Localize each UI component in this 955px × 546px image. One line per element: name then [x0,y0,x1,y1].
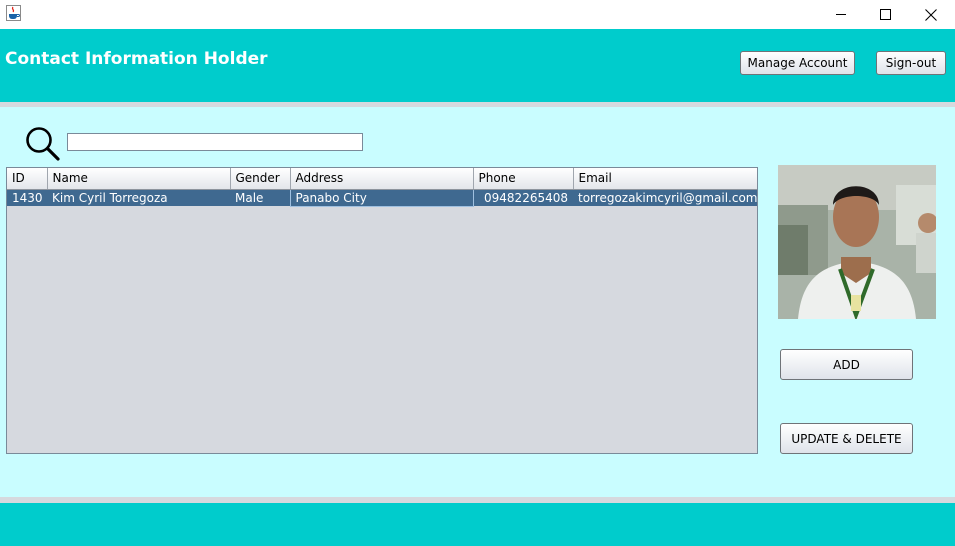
column-header-name[interactable]: Name [47,168,231,190]
app-title: Contact Information Holder [5,49,268,69]
column-header-phone[interactable]: Phone [473,168,574,190]
window-titlebar [0,0,955,29]
cell-id[interactable]: 1430 [7,189,47,206]
manage-account-button[interactable]: Manage Account [740,51,855,75]
cell-name[interactable]: Kim Cyril Torregoza [47,189,230,206]
minimize-icon[interactable] [818,0,864,29]
column-header-id[interactable]: ID [7,168,48,190]
cell-address[interactable]: Panabo City [289,188,474,207]
close-icon[interactable] [908,0,954,29]
contacts-table[interactable]: ID Name Gender Address Phone Email 1430 … [6,167,758,454]
contact-photo [778,165,936,319]
add-button[interactable]: ADD [780,349,913,380]
header-divider [0,102,955,107]
cell-email[interactable]: torregozakimcyril@gmail.com [573,189,757,206]
column-header-address[interactable]: Address [290,168,474,190]
sign-out-button[interactable]: Sign-out [876,51,946,75]
search-input[interactable] [67,133,363,151]
search-icon[interactable] [24,125,62,163]
column-header-email[interactable]: Email [573,168,757,190]
app-footer [0,503,955,546]
maximize-icon[interactable] [862,0,908,29]
app-header: Contact Information Holder Manage Accoun… [0,29,955,102]
cell-gender[interactable]: Male [230,189,290,206]
table-header-row: ID Name Gender Address Phone Email [7,168,757,190]
java-coffee-cup-icon [6,5,21,21]
table-row[interactable]: 1430 Kim Cyril Torregoza Male Panabo Cit… [7,188,757,207]
update-delete-button[interactable]: UPDATE & DELETE [780,423,913,454]
column-header-gender[interactable]: Gender [230,168,291,190]
cell-phone[interactable]: 09482265408 [473,189,573,206]
